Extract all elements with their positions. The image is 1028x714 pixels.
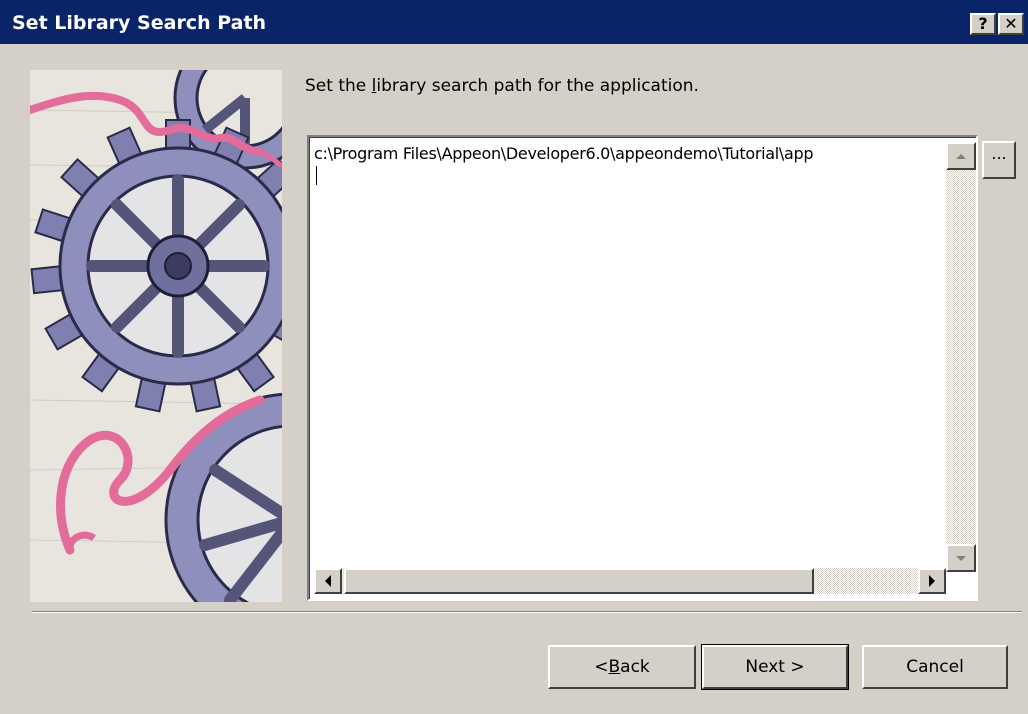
- help-button[interactable]: ?: [970, 13, 996, 35]
- close-icon: ✕: [1004, 14, 1018, 33]
- next-button[interactable]: Next >: [701, 644, 849, 690]
- library-path-value[interactable]: c:\Program Files\Appeon\Developer6.0\app…: [314, 144, 940, 163]
- close-button[interactable]: ✕: [998, 13, 1024, 35]
- instruction-text: Set the library search path for the appl…: [305, 76, 699, 96]
- scroll-down-arrow-icon: [956, 555, 966, 561]
- scroll-right-button[interactable]: [918, 568, 946, 594]
- vertical-scrollbar[interactable]: [946, 142, 976, 572]
- scroll-right-arrow-icon: [929, 575, 935, 587]
- scroll-left-button[interactable]: [314, 568, 342, 594]
- scroll-left-arrow-icon: [325, 575, 331, 587]
- text-caret: [316, 166, 317, 185]
- window-title: Set Library Search Path: [12, 12, 267, 34]
- scroll-down-button[interactable]: [946, 544, 976, 572]
- wizard-gears-illustration: [30, 70, 282, 602]
- help-icon: ?: [978, 14, 988, 33]
- set-library-search-path-dialog: Set Library Search Path ? ✕ Set the libr…: [0, 0, 1028, 714]
- library-path-textarea[interactable]: c:\Program Files\Appeon\Developer6.0\app…: [307, 135, 978, 601]
- separator-highlight: [32, 612, 1022, 613]
- horizontal-scroll-thumb[interactable]: [344, 568, 814, 594]
- horizontal-scrollbar[interactable]: [314, 568, 946, 594]
- back-button[interactable]: < Back: [548, 645, 696, 689]
- browse-button[interactable]: ...: [982, 141, 1016, 179]
- cancel-button[interactable]: Cancel: [862, 645, 1008, 689]
- title-bar[interactable]: Set Library Search Path ? ✕: [0, 0, 1028, 44]
- scroll-up-arrow-icon: [956, 153, 966, 159]
- scroll-up-button[interactable]: [946, 142, 976, 170]
